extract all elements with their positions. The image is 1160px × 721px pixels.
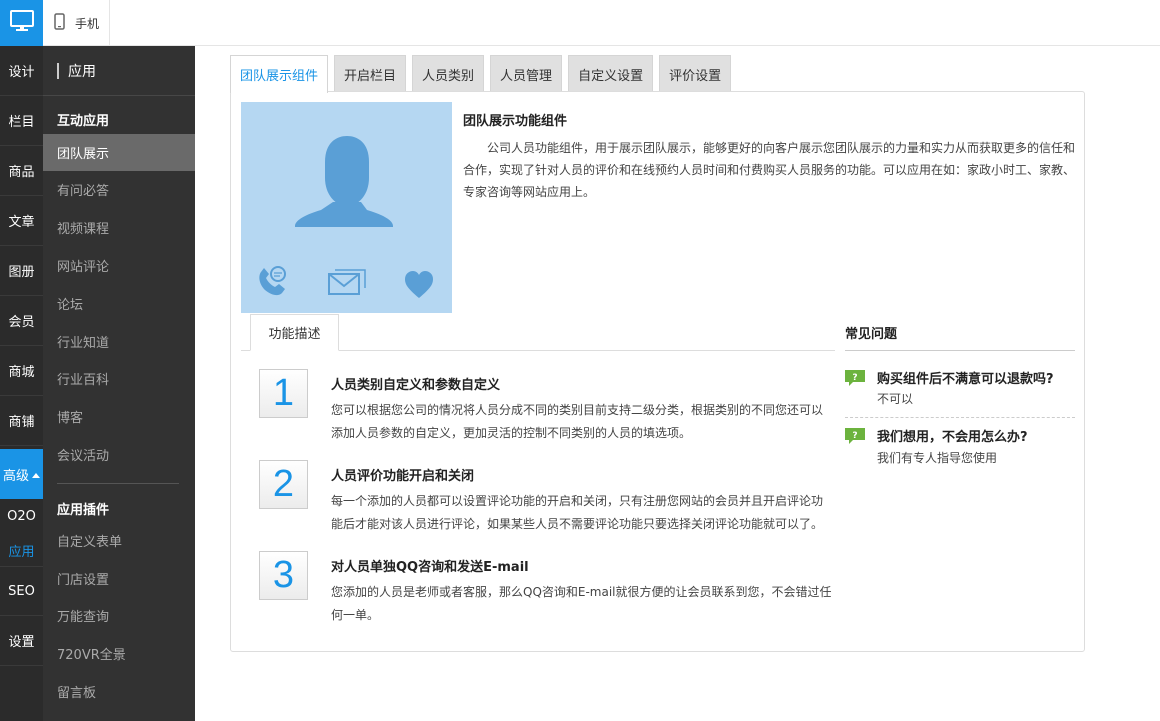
tab-team-component[interactable]: 团队展示组件 (230, 55, 329, 93)
feature-description: 您添加的人员是老师或者客服，那么QQ咨询和E-mail就很方便的让会员联系到您，… (331, 585, 832, 622)
envelope-icon (328, 269, 366, 295)
feature-number-badge: 1 (259, 369, 308, 418)
main-content: 团队展示组件 开启栏目 人员类别 人员管理 自定义设置 评价设置 团队展示功能组… (195, 46, 1160, 721)
question-bubble-icon: ? (845, 370, 865, 386)
rail-item-settings[interactable]: 设置 (0, 616, 43, 666)
heart-icon (405, 271, 433, 298)
sidebar-item-industry-wiki[interactable]: 行业百科 (43, 360, 195, 397)
tab-staff-categories[interactable]: 人员类别 (412, 55, 485, 92)
intro-title: 团队展示功能组件 (463, 114, 568, 129)
caret-up-icon (32, 467, 40, 482)
rail-item-columns[interactable]: 栏目 (0, 96, 43, 146)
tab-staff-management[interactable]: 人员管理 (490, 55, 563, 92)
sidebar-divider (57, 483, 179, 484)
faq-title: 常见问题 (845, 327, 898, 342)
header-accent-bar (57, 62, 59, 79)
rail-item-gallery[interactable]: 图册 (0, 246, 43, 296)
sidebar-item-guestbook[interactable]: 留言板 (43, 673, 195, 710)
sidebar-group-plugins: 应用插件 (57, 503, 110, 518)
intro-description: 公司人员功能组件，用于展示团队展示，能够更好的向客户展示您团队展示的力量和实力从… (463, 141, 1076, 199)
mobile-view-button[interactable]: 手机 (43, 0, 110, 46)
sidebar-header: 应用 (43, 46, 195, 96)
feature-description: 每一个添加的人员都可以设置评论功能的开启和关闭，只有注册您网站的会员并且开启评论… (331, 494, 824, 531)
feature-title: 人员评价功能开启和关闭 (331, 469, 475, 484)
person-silhouette-icon (295, 136, 393, 227)
rail-item-design[interactable]: 设计 (0, 46, 43, 96)
content-panel: 团队展示功能组件 公司人员功能组件，用于展示团队展示，能够更好的向客户展示您团队… (230, 91, 1085, 652)
sidebar-item-universal-query[interactable]: 万能查询 (43, 597, 195, 634)
tab-custom-settings[interactable]: 自定义设置 (568, 55, 654, 92)
team-hero-image (241, 102, 452, 313)
feature-number-badge: 3 (259, 551, 308, 600)
tab-review-settings[interactable]: 评价设置 (659, 55, 732, 92)
mobile-label: 手机 (75, 16, 100, 31)
sidebar-item-industry-knowledge[interactable]: 行业知道 (43, 323, 195, 360)
sidebar-item-team-showcase[interactable]: 团队展示 (43, 134, 195, 171)
svg-text:?: ? (852, 373, 857, 383)
desktop-view-button[interactable] (0, 0, 43, 46)
phone-icon (54, 12, 65, 34)
sidebar-item-qa[interactable]: 有问必答 (43, 171, 195, 208)
top-bar: 手机 (0, 0, 1160, 46)
rail-item-articles[interactable]: 文章 (0, 196, 43, 246)
sidebar-item-store-settings[interactable]: 门店设置 (43, 560, 195, 597)
sidebar-header-title: 应用 (68, 63, 96, 80)
svg-text:?: ? (852, 431, 857, 441)
sidebar-item-custom-forms[interactable]: 自定义表单 (43, 522, 195, 559)
sidebar-item-events[interactable]: 会议活动 (43, 436, 195, 473)
faq-separator (845, 417, 1075, 418)
sidebar-item-vr-panorama[interactable]: 720VR全景 (43, 635, 195, 672)
sidebar-item-blog[interactable]: 博客 (43, 398, 195, 435)
faq-question[interactable]: ? 购买组件后不满意可以退款吗? (845, 368, 1054, 387)
main-nav-rail: 设计 栏目 商品 文章 图册 会员 商城 商铺 高级 O2O 应用 SEO 设置 (0, 46, 43, 721)
faq-question-text: 我们想用，不会用怎么办? (877, 430, 1028, 445)
tab-enable-column[interactable]: 开启栏目 (334, 55, 407, 92)
rail-item-members[interactable]: 会员 (0, 296, 43, 346)
app-sidebar: 应用 互动应用 团队展示 有问必答 视频课程 网站评论 论坛 行业知道 行业百科… (43, 46, 195, 721)
feature-title: 人员类别自定义和参数自定义 (331, 378, 501, 393)
tab-feature-description[interactable]: 功能描述 (250, 314, 339, 351)
rail-item-mall[interactable]: 商城 (0, 346, 43, 396)
faq-answer: 不可以 (877, 392, 914, 406)
sidebar-item-site-comments[interactable]: 网站评论 (43, 247, 195, 284)
faq-divider (845, 350, 1075, 351)
rail-sub-apps[interactable]: 应用 (0, 533, 43, 567)
feature-description: 您可以根据您公司的情况将人员分成不同的类别目前支持二级分类，根据类别的不同您还可… (331, 403, 824, 440)
question-bubble-icon: ? (845, 428, 865, 444)
rail-item-products[interactable]: 商品 (0, 146, 43, 196)
monitor-icon (9, 10, 34, 36)
sidebar-item-video-courses[interactable]: 视频课程 (43, 209, 195, 246)
faq-answer: 我们有专人指导您使用 (877, 451, 998, 465)
sidebar-item-forum[interactable]: 论坛 (43, 285, 195, 322)
rail-item-seo[interactable]: SEO (0, 566, 43, 616)
feature-number-badge: 2 (259, 460, 308, 509)
rail-item-advanced[interactable]: 高级 (0, 449, 43, 499)
tab-bar: 团队展示组件 开启栏目 人员类别 人员管理 自定义设置 评价设置 (230, 55, 737, 93)
faq-question-text: 购买组件后不满意可以退款吗? (877, 372, 1054, 387)
feature-title: 对人员单独QQ咨询和发送E-mail (331, 560, 529, 575)
rail-item-advanced-label: 高级 (2, 468, 29, 484)
rail-sub-o2o[interactable]: O2O (0, 499, 43, 533)
faq-question[interactable]: ? 我们想用，不会用怎么办? (845, 426, 1028, 445)
phone-chat-icon (259, 266, 286, 296)
sidebar-group-interactive: 互动应用 (57, 114, 110, 129)
rail-item-shops[interactable]: 商铺 (0, 396, 43, 446)
